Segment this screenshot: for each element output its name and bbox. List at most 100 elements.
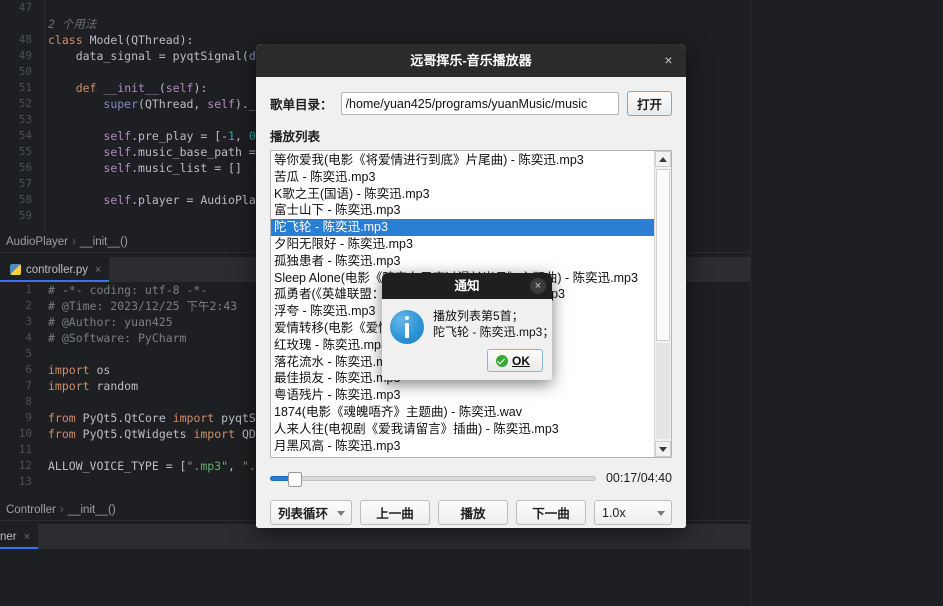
playback-mode-value: 列表循环: [278, 507, 329, 521]
playback-speed-value: 1.0x: [602, 505, 626, 520]
playlist-item[interactable]: 粤语残片 - 陈奕迅.mp3: [271, 387, 654, 404]
line-number: 4: [25, 331, 32, 344]
line-number: 1: [25, 283, 32, 296]
notification-body: 播放列表第5首； 陀飞轮 - 陈奕迅.mp3；: [382, 299, 552, 344]
line-number: 13: [18, 475, 32, 488]
line-number: 8: [25, 395, 32, 408]
scrollbar-thumb[interactable]: [656, 169, 670, 341]
line-number: 57: [18, 177, 32, 190]
previous-track-button[interactable]: 上一曲: [360, 500, 430, 525]
breadcrumb-member: __init__(): [67, 504, 116, 516]
ok-button[interactable]: OK: [487, 349, 543, 372]
breadcrumb-class: AudioPlayer: [6, 236, 69, 248]
playlist-scrollbar[interactable]: [654, 151, 671, 457]
code-text: # -*- coding: utf-8 -*-: [48, 283, 208, 297]
directory-row: 歌单目录： 打开: [270, 91, 672, 116]
breadcrumb-member: __init__(): [79, 236, 128, 248]
scroll-up-icon[interactable]: [655, 151, 671, 167]
playlist-item[interactable]: 人来人往(电视剧《爱我请留言》插曲) - 陈奕迅.mp3: [271, 421, 654, 438]
line-number: 59: [18, 209, 32, 222]
code-text: class Model(QThread):: [48, 33, 194, 47]
line-number: 50: [18, 65, 32, 78]
playback-mode-select[interactable]: 列表循环: [270, 500, 352, 525]
line-number: 55: [18, 145, 32, 158]
tab-controller-py[interactable]: controller.py ×: [0, 257, 110, 282]
scroll-down-icon[interactable]: [655, 441, 671, 457]
seek-fill: [270, 476, 290, 481]
info-icon: [390, 310, 424, 344]
directory-label: 歌单目录：: [270, 98, 333, 112]
code-text: # @Software: PyCharm: [48, 331, 187, 345]
next-track-button[interactable]: 下一曲: [516, 500, 586, 525]
directory-input[interactable]: [340, 92, 619, 115]
code-text: import random: [48, 379, 139, 393]
line-number: 47: [18, 1, 32, 14]
playlist-item[interactable]: 1874(电影《魂魄唔齐》主题曲) - 陈奕迅.wav: [271, 404, 654, 421]
play-button[interactable]: 播放: [438, 500, 508, 525]
close-icon[interactable]: ×: [530, 278, 546, 294]
scrollbar-track[interactable]: [656, 343, 670, 439]
line-number: 48: [18, 33, 32, 46]
line-number: 49: [18, 49, 32, 62]
code-line: 2 个用法: [0, 16, 750, 32]
notification-message: 播放列表第5首； 陀飞轮 - 陈奕迅.mp3；: [433, 308, 552, 344]
seek-track[interactable]: [270, 476, 596, 481]
code-text: # @Time: 2023/12/25 下午2:43: [48, 299, 238, 313]
controls-row: 列表循环 上一曲 播放 下一曲 1.0x: [270, 500, 672, 525]
playlist-item[interactable]: K歌之王(国语) - 陈奕迅.mp3: [271, 186, 654, 203]
line-number: 51: [18, 81, 32, 94]
seek-slider[interactable]: [270, 470, 596, 487]
playlist-item[interactable]: 富士山下 - 陈奕迅.mp3: [271, 202, 654, 219]
code-text: from PyQt5.QtCore import pyqtSlot: [48, 411, 277, 425]
playlist-item[interactable]: 夕阳无限好 - 陈奕迅.mp3: [271, 236, 654, 253]
tab-label: controller.py: [26, 263, 89, 276]
line-number: 54: [18, 129, 32, 142]
python-file-icon: [10, 264, 21, 275]
breadcrumb-separator-icon: ›: [59, 504, 64, 516]
line-number: 7: [25, 379, 32, 392]
line-number: 12: [18, 459, 32, 472]
notification-title-bar[interactable]: 通知 ×: [382, 273, 552, 299]
tab-label: ner: [0, 530, 17, 543]
line-number: 53: [18, 113, 32, 126]
code-text: self.player = AudioPlayer(): [103, 193, 290, 207]
code-text: # @Author: yuan425: [48, 315, 173, 329]
check-icon: [496, 354, 508, 367]
playlist-item[interactable]: 孤独患者 - 陈奕迅.mp3: [271, 253, 654, 270]
tab-bottom-panel[interactable]: ner ×: [0, 524, 39, 549]
code-text: data_signal = pyqtSignal(dict): [75, 49, 284, 63]
line-number: 2: [25, 299, 32, 312]
code-line: 47: [0, 0, 750, 16]
chevron-down-icon: [337, 511, 345, 516]
breadcrumb-class: Controller: [6, 504, 56, 516]
close-icon[interactable]: ×: [660, 52, 677, 69]
playlist-item[interactable]: 陀飞轮 - 陈奕迅.mp3: [271, 219, 654, 236]
tab-close-icon[interactable]: ×: [24, 531, 30, 543]
player-title-bar[interactable]: 远哥挥乐-音乐播放器 ×: [256, 44, 686, 77]
tab-close-icon[interactable]: ×: [95, 264, 101, 276]
playlist-item[interactable]: 月黑风高 - 陈奕迅.mp3: [271, 438, 654, 455]
open-button[interactable]: 打开: [626, 91, 672, 116]
code-text: ALLOW_VOICE_TYPE = [".mp3", ".wav"]: [48, 459, 290, 473]
playlist-item[interactable]: 苦瓜 - 陈奕迅.mp3: [271, 169, 654, 186]
ok-button-label: OK: [512, 353, 530, 368]
code-text: def __init__(self):: [75, 81, 208, 95]
line-number: 11: [18, 443, 32, 456]
code-text: import os: [48, 363, 111, 377]
player-window-title: 远哥挥乐-音乐播放器: [410, 53, 532, 68]
playback-speed-select[interactable]: 1.0x: [594, 500, 672, 525]
playlist-item[interactable]: 等你爱我(电影《将爱情进行到底》片尾曲) - 陈奕迅.mp3: [271, 152, 654, 169]
seek-handle[interactable]: [287, 472, 302, 487]
code-text: from PyQt5.QtWidgets import QDialog: [48, 427, 290, 441]
notification-dialog[interactable]: 通知 × 播放列表第5首； 陀飞轮 - 陈奕迅.mp3； OK: [382, 273, 552, 380]
line-number: 56: [18, 161, 32, 174]
notification-line-2: 陀飞轮 - 陈奕迅.mp3；: [433, 325, 552, 339]
